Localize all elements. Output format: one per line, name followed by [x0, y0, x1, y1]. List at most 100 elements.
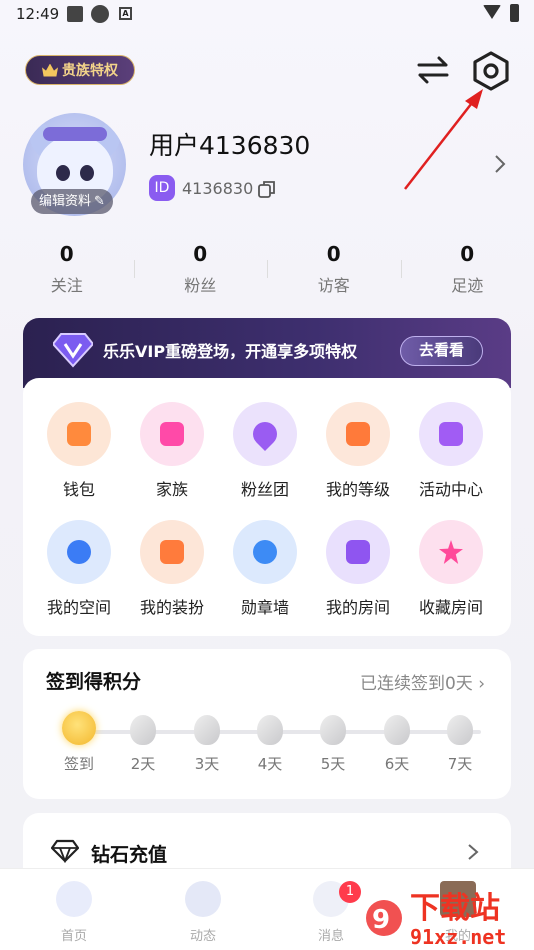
- outfit-icon: [140, 520, 204, 584]
- username: 用户4136830: [149, 131, 311, 160]
- family-icon: [140, 402, 204, 466]
- tab-messages[interactable]: 1 消息: [291, 881, 371, 944]
- feature-my-room[interactable]: 我的房间: [308, 520, 408, 618]
- sun-icon: [62, 711, 96, 745]
- feature-my-outfit[interactable]: 我的装扮: [122, 520, 222, 618]
- feature-medal-wall[interactable]: 勋章墙: [215, 520, 315, 618]
- wifi-icon: [483, 5, 501, 19]
- user-id: 4136830: [182, 179, 254, 198]
- stat-label: 粉丝: [184, 276, 217, 295]
- feature-label: 我的房间: [325, 598, 390, 617]
- signin-day-6[interactable]: 6天: [372, 715, 422, 774]
- svg-text:9: 9: [372, 905, 390, 935]
- unread-badge: 1: [339, 881, 361, 903]
- feature-label: 我的装扮: [139, 598, 204, 617]
- stat-count: 0: [193, 242, 208, 266]
- tab-label: 消息: [317, 929, 344, 944]
- stat-label: 关注: [50, 276, 83, 295]
- feature-label: 收藏房间: [418, 598, 483, 617]
- chevron-right-icon: [468, 844, 479, 860]
- bean-icon: [194, 715, 220, 745]
- planet-icon: [47, 520, 111, 584]
- signin-status-text: 已连续签到0天: [359, 674, 473, 694]
- signin-day-label: 2天: [130, 755, 156, 773]
- signin-day-5[interactable]: 5天: [308, 715, 358, 774]
- signin-day-7[interactable]: 7天: [435, 715, 485, 774]
- avatar-eye-right: [80, 165, 94, 181]
- bean-icon: [320, 715, 346, 745]
- battery-icon: [510, 4, 519, 22]
- app-notification-icon: A: [119, 7, 132, 20]
- feature-activity-center[interactable]: 活动中心: [401, 402, 501, 500]
- signin-day-3[interactable]: 3天: [182, 715, 232, 774]
- feature-wallet[interactable]: 钱包: [29, 402, 129, 500]
- profile-chevron-right-icon[interactable]: [493, 154, 507, 174]
- feature-favorite-rooms[interactable]: 收藏房间: [401, 520, 501, 618]
- id-badge-icon: ID: [149, 175, 175, 201]
- sync-icon: [91, 5, 109, 23]
- bean-icon: [130, 715, 156, 745]
- site-watermark: 9 下载站 91xz.net: [366, 891, 506, 948]
- vip-banner-text: 乐乐VIP重磅登场，开通享多项特权: [103, 342, 358, 361]
- stat-fans[interactable]: 0 粉丝: [133, 242, 268, 302]
- watermark-text: 下载站: [410, 891, 500, 926]
- signin-title: 签到得积分: [46, 671, 142, 693]
- signin-day-2[interactable]: 2天: [118, 715, 168, 774]
- avatar-eye-left: [56, 165, 70, 181]
- medal-icon: [233, 520, 297, 584]
- tab-moments[interactable]: 动态: [163, 881, 243, 944]
- feature-label: 粉丝团: [240, 480, 289, 499]
- edit-profile-label: 编辑资料: [39, 194, 92, 209]
- feature-my-space[interactable]: 我的空间: [29, 520, 129, 618]
- stat-footprints[interactable]: 0 足迹: [400, 242, 534, 302]
- feature-grid: 钱包 家族 粉丝团 我的等级 活动中心 我的空间 我的装扮 勋章墙 我的房间 收…: [23, 378, 511, 636]
- settings-gear-icon[interactable]: [470, 50, 512, 92]
- stat-visitors[interactable]: 0 访客: [267, 242, 401, 302]
- signin-day-label: 4天: [257, 755, 283, 773]
- stat-label: 访客: [317, 276, 350, 295]
- bean-icon: [257, 715, 283, 745]
- room-icon: [326, 520, 390, 584]
- signin-day-1[interactable]: 签到: [54, 711, 104, 774]
- copy-icon[interactable]: [258, 180, 276, 198]
- signin-day-label: 5天: [320, 755, 346, 773]
- level-icon: [326, 402, 390, 466]
- feature-label: 我的等级: [325, 480, 390, 499]
- signin-day-label: 7天: [447, 755, 473, 773]
- status-time: 12:49: [16, 5, 60, 23]
- feature-label: 我的空间: [46, 598, 111, 617]
- signin-streak-link[interactable]: 已连续签到0天 ›: [360, 669, 485, 694]
- stats-row: 0 关注 0 粉丝 0 访客 0 足迹: [0, 242, 534, 302]
- vip-diamond-icon: [53, 333, 93, 368]
- annotation-arrow: [404, 89, 483, 190]
- feature-fan-club[interactable]: 粉丝团: [215, 402, 315, 500]
- diamond-recharge-label: 钻石充值: [91, 844, 168, 866]
- watermark-url: 91xz.net: [410, 925, 506, 948]
- planet-icon: [185, 881, 221, 917]
- feature-label: 家族: [155, 480, 188, 499]
- stat-count: 0: [326, 242, 341, 266]
- feature-label: 勋章墙: [240, 598, 289, 617]
- signin-card: 签到得积分 已连续签到0天 › 签到 2天 3天 4天 5天 6天 7天: [23, 649, 511, 799]
- edit-profile-button[interactable]: 编辑资料 ✎: [31, 189, 113, 214]
- feature-family[interactable]: 家族: [122, 402, 222, 500]
- swap-icon[interactable]: [416, 54, 450, 86]
- noble-privilege-label: 贵族特权: [62, 63, 118, 79]
- wallet-icon: [47, 402, 111, 466]
- feature-my-level[interactable]: 我的等级: [308, 402, 408, 500]
- avatar-headband: [43, 127, 107, 141]
- stat-following[interactable]: 0 关注: [0, 242, 134, 302]
- vip-go-see-button[interactable]: 去看看: [400, 336, 483, 366]
- status-bar: 12:49 A: [0, 0, 534, 30]
- bean-icon: [447, 715, 473, 745]
- chevron-right-icon: ›: [478, 674, 485, 694]
- fan-club-icon: [233, 402, 297, 466]
- signin-day-4[interactable]: 4天: [245, 715, 295, 774]
- noble-privilege-badge[interactable]: 贵族特权: [25, 55, 135, 85]
- tab-home[interactable]: 首页: [34, 881, 114, 944]
- tab-label: 动态: [189, 929, 216, 944]
- signin-day-label: 签到: [63, 755, 94, 773]
- signin-day-label: 3天: [194, 755, 220, 773]
- feature-label: 活动中心: [418, 480, 483, 499]
- crown-icon: [42, 63, 58, 77]
